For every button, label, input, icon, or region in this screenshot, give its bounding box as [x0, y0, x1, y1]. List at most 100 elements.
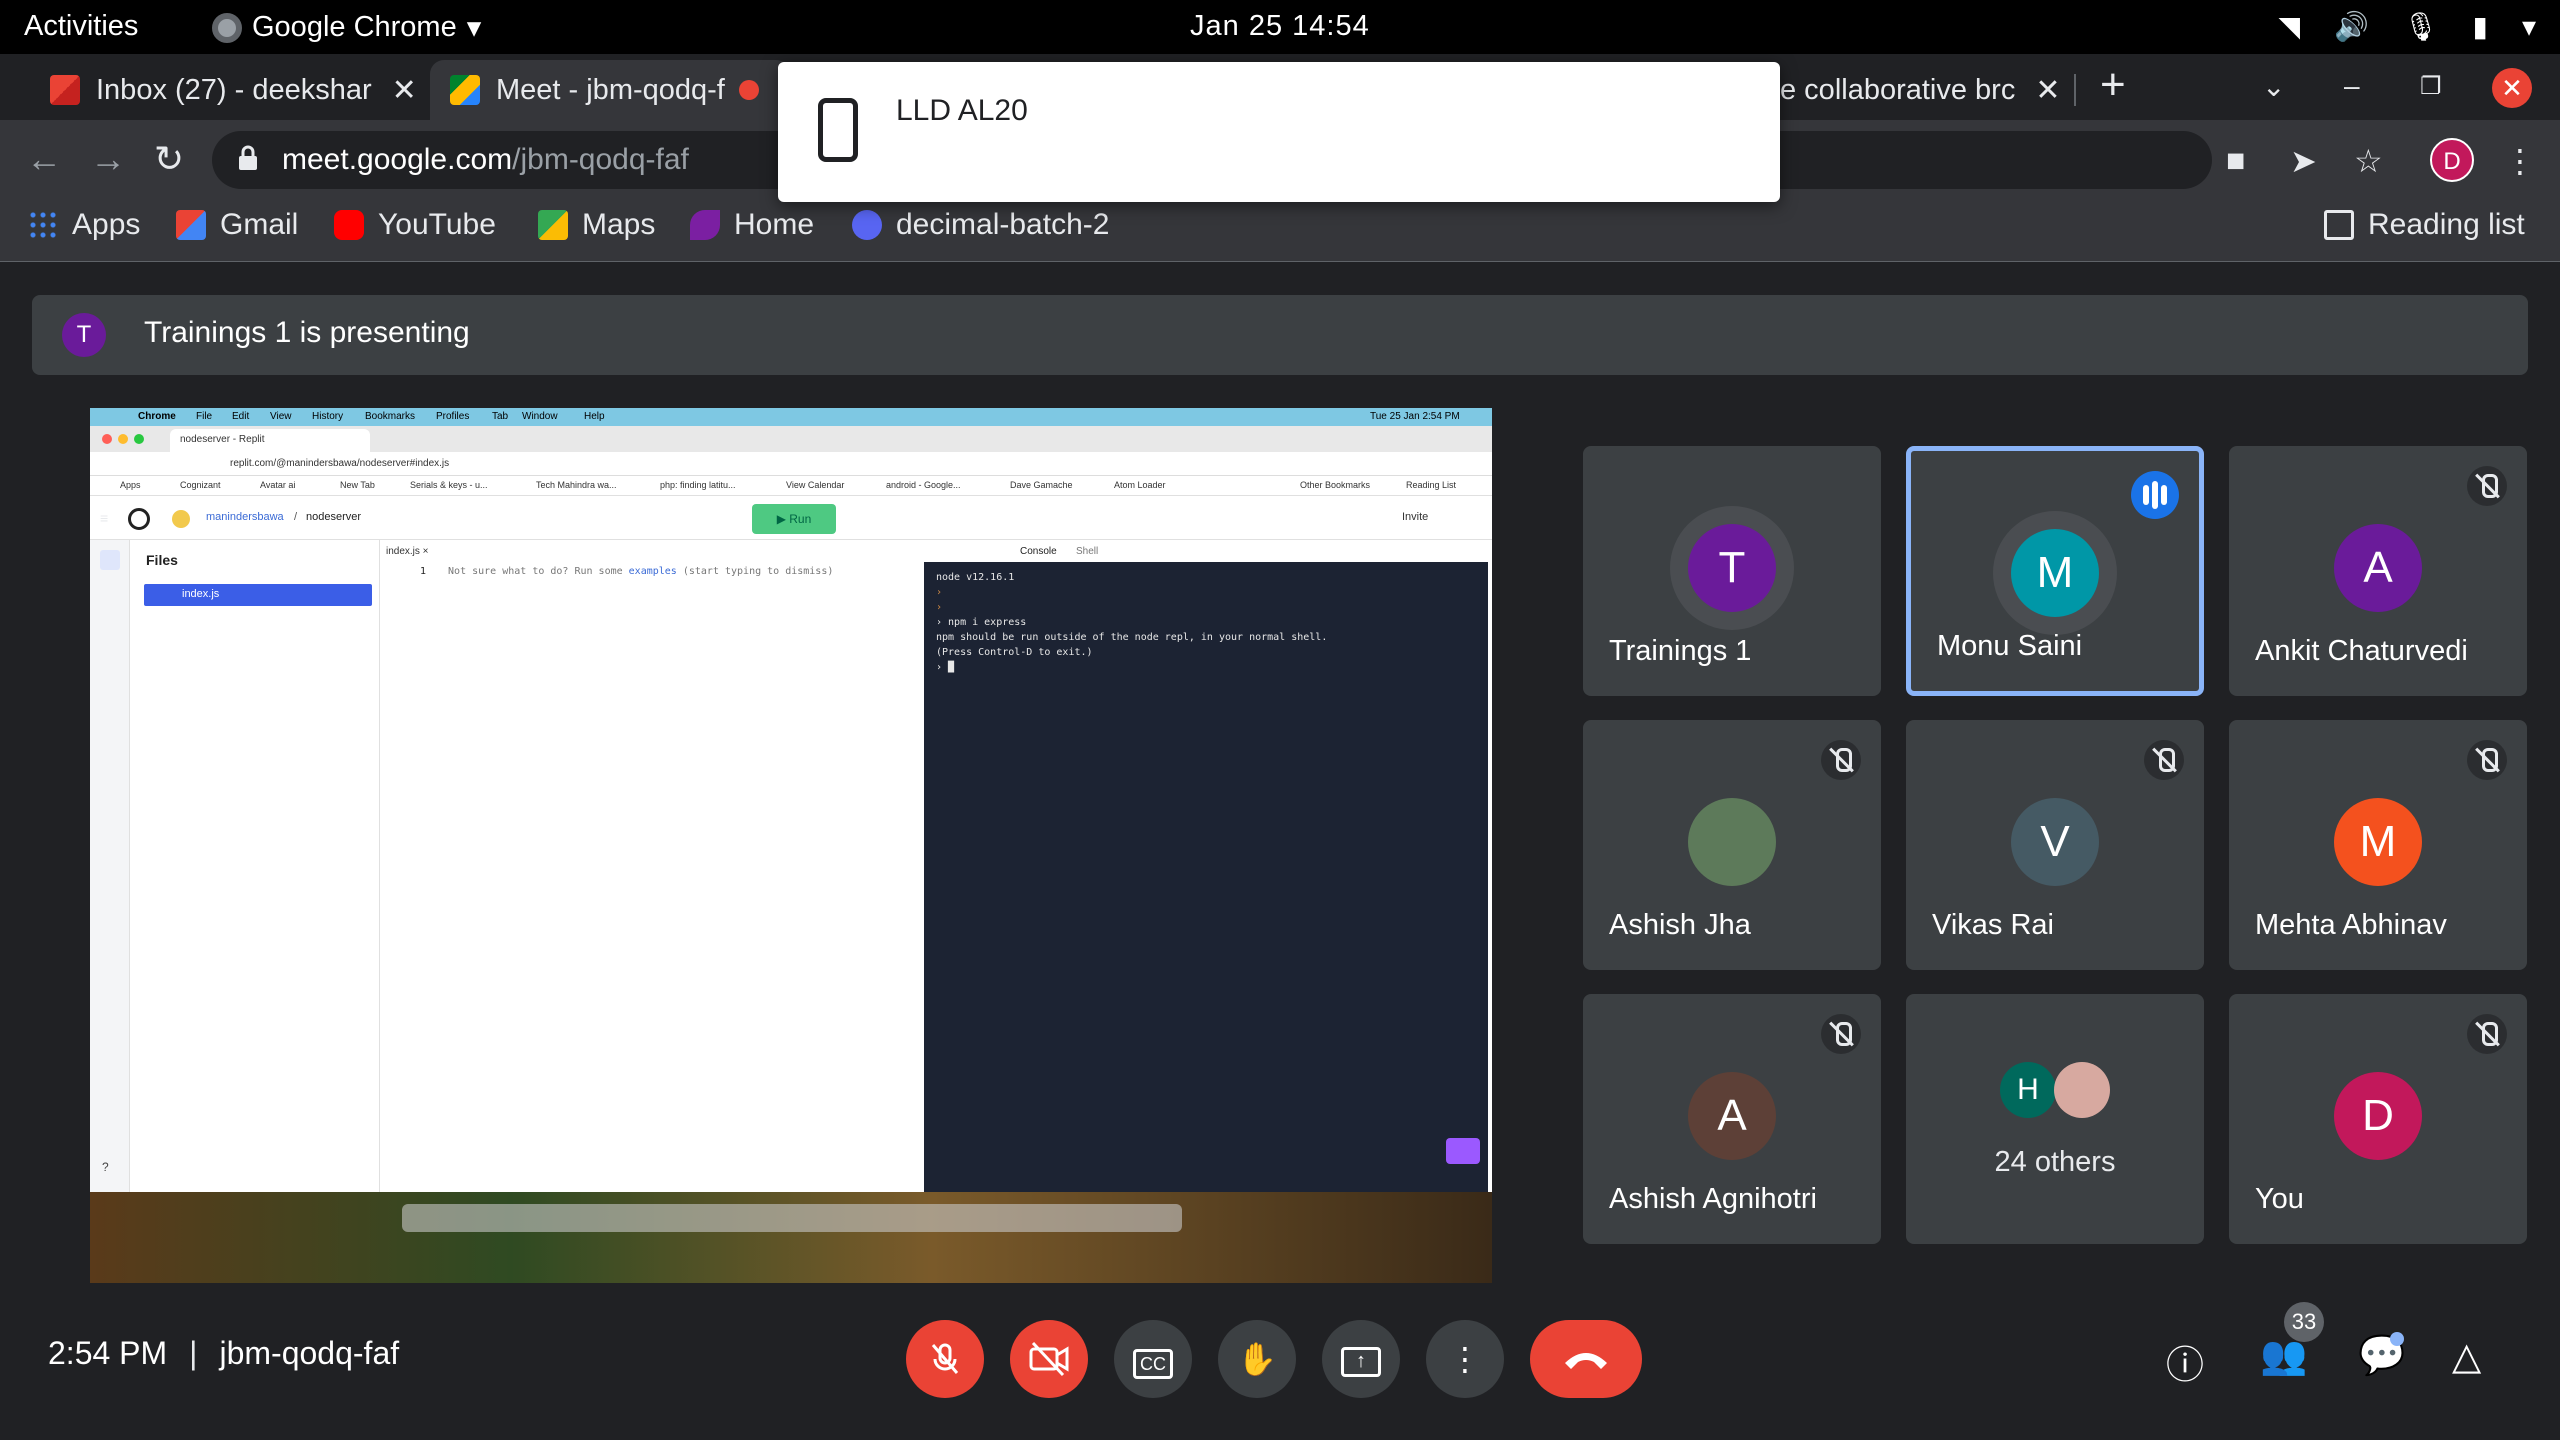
tab-title: e collaborative brc	[1780, 73, 2016, 106]
reading-list-button[interactable]: Reading list	[2324, 208, 2525, 242]
present-screen-icon: ↑	[1341, 1346, 1381, 1377]
close-icon[interactable]: ✕	[2035, 73, 2060, 108]
menu-icon: ≡	[100, 510, 109, 526]
participant-tile[interactable]: T Trainings 1	[1583, 446, 1881, 696]
tab-title: Inbox (27) - deekshar	[96, 73, 372, 106]
more-vert-icon: ⋮	[1449, 1341, 1481, 1377]
reload-icon[interactable]: ↻	[154, 138, 184, 180]
presenting-banner: T Trainings 1 is presenting	[32, 295, 2528, 375]
chat-notification-dot	[2390, 1332, 2404, 1346]
captions-button[interactable]: CC	[1114, 1320, 1192, 1398]
tab-gmail[interactable]: Inbox (27) - deekshar ✕	[30, 60, 430, 120]
avatar	[1688, 798, 1776, 886]
back-icon[interactable]: ←	[26, 138, 62, 180]
mic-off-icon	[2467, 740, 2507, 780]
tab-search-icon[interactable]: ⌄	[2262, 70, 2285, 103]
participant-tile[interactable]: D You	[2229, 994, 2527, 1244]
more-options-button[interactable]: ⋮	[1426, 1320, 1504, 1398]
shared-sidebar: ?	[90, 540, 130, 1283]
microphone-toggle-button[interactable]	[906, 1320, 984, 1398]
activities-icon[interactable]: △	[2452, 1334, 2481, 1379]
mac-close-icon	[102, 434, 112, 444]
bookmark-youtube[interactable]: YouTube	[334, 208, 496, 242]
shared-repl-header: ≡ manindersbawa / nodeserver ▶ Run Invit…	[90, 496, 1492, 540]
participant-tile[interactable]: M Monu Saini	[1906, 446, 2204, 696]
tab-meet[interactable]: Meet - jbm-qodq-f	[430, 60, 790, 120]
participant-name: Ankit Chaturvedi	[2255, 635, 2468, 667]
dock-icons	[402, 1204, 1182, 1232]
activities-button[interactable]: Activities	[24, 10, 138, 43]
app-menu[interactable]: Google Chrome ▾	[212, 10, 481, 45]
close-icon[interactable]: ✕	[392, 73, 417, 108]
mac-zoom-icon	[134, 434, 144, 444]
gmail-icon	[176, 210, 206, 240]
participant-tile[interactable]: V Vikas Rai	[1906, 720, 2204, 970]
system-clock[interactable]: Jan 25 14:54	[1190, 10, 1370, 43]
recording-icon	[738, 80, 759, 100]
presenting-text: Trainings 1 is presenting	[144, 316, 470, 349]
participant-tile[interactable]: Ashish Jha	[1583, 720, 1881, 970]
others-count: 24 others	[1994, 1146, 2116, 1178]
mic-off-icon	[2144, 740, 2184, 780]
home-icon	[690, 210, 720, 240]
cast-device-popup[interactable]: LLD AL20	[778, 62, 1780, 202]
bookmark-apps[interactable]: Apps	[28, 208, 140, 242]
user-avatar	[172, 510, 190, 528]
file-item: index.js	[144, 584, 372, 606]
bookmarks-bar: Apps Gmail YouTube Maps Home decimal-bat…	[0, 200, 2560, 262]
chevron-down-icon: ▾	[2521, 11, 2536, 42]
restore-icon[interactable]: ❐	[2420, 72, 2442, 101]
shared-console: node v12.16.1 › › › npm i express npm sh…	[924, 562, 1488, 1192]
mic-off-icon	[2467, 466, 2507, 506]
forward-icon[interactable]: →	[90, 138, 126, 180]
meeting-details: 2:54 PM | jbm-qodq-faf	[48, 1335, 400, 1371]
profile-avatar[interactable]: D	[2430, 138, 2474, 182]
camera-off-icon	[1029, 1341, 1069, 1377]
participant-tile[interactable]: M Mehta Abhinav	[2229, 720, 2527, 970]
mic-off-icon	[1821, 1014, 1861, 1054]
shared-editor: index.js × 1 Not sure what to do? Run som…	[380, 540, 950, 1283]
chevron-down-icon: ▾	[466, 12, 482, 44]
shared-menubar: Chrome File Edit View History Bookmarks …	[90, 408, 1492, 426]
camera-icon[interactable]: ■	[2226, 142, 2245, 179]
shared-files-pane: Files index.js	[130, 540, 380, 1283]
bookmark-maps[interactable]: Maps	[538, 208, 655, 242]
close-window-button[interactable]: ✕	[2492, 68, 2532, 108]
new-tab-button[interactable]: +	[2100, 60, 2126, 110]
present-now-button[interactable]: ↑	[1322, 1320, 1400, 1398]
bookmark-home[interactable]: Home	[690, 208, 814, 242]
microphone-icon: 🎙	[2402, 11, 2439, 42]
camera-toggle-button[interactable]	[1010, 1320, 1088, 1398]
avatar: A	[2334, 524, 2422, 612]
apps-grid-icon	[28, 210, 58, 240]
minimize-icon[interactable]: –	[2344, 70, 2360, 102]
tab-other[interactable]: e collaborative brc ✕	[1780, 60, 2070, 120]
participant-tile[interactable]: A Ashish Agnihotri	[1583, 994, 1881, 1244]
bookmark-decimal-batch-2[interactable]: decimal-batch-2	[852, 208, 1109, 242]
system-tray[interactable]: ◥ 🔊 🎙 ▮ ▾	[2279, 10, 2536, 43]
shared-screen: Chrome File Edit View History Bookmarks …	[90, 408, 1492, 1283]
raise-hand-button[interactable]: ✋	[1218, 1320, 1296, 1398]
participant-tile[interactable]: A Ankit Chaturvedi	[2229, 446, 2527, 696]
shared-tabbar: nodeserver - Replit	[90, 426, 1492, 452]
device-name[interactable]: LLD AL20	[896, 94, 1028, 128]
reading-list-icon	[2324, 210, 2354, 240]
send-icon[interactable]: ➤	[2290, 142, 2317, 180]
shared-tab: nodeserver - Replit	[170, 429, 370, 452]
meeting-time: 2:54 PM	[48, 1335, 168, 1371]
bookmark-gmail[interactable]: Gmail	[176, 208, 298, 242]
chat-bubble-icon	[1446, 1138, 1480, 1164]
bookmark-star-icon[interactable]: ☆	[2354, 142, 2383, 180]
tab-title: Meet - jbm-qodq-f	[496, 73, 725, 106]
leave-call-button[interactable]	[1530, 1320, 1642, 1398]
shared-console-tabs: Console Shell	[950, 540, 1492, 562]
menu-kebab-icon[interactable]: ⋮	[2504, 142, 2536, 180]
participant-tile[interactable]: H 24 others	[1906, 994, 2204, 1244]
meeting-code: jbm-qodq-faf	[219, 1335, 400, 1371]
meeting-info-icon[interactable]: ⓘ	[2166, 1334, 2204, 1389]
participant-name: Ashish Jha	[1609, 909, 1751, 941]
run-button: ▶ Run	[752, 504, 836, 534]
presenter-avatar: T	[62, 313, 106, 357]
participant-name: You	[2255, 1183, 2304, 1215]
url-text: meet.google.com/jbm-qodq-faf	[282, 143, 689, 176]
